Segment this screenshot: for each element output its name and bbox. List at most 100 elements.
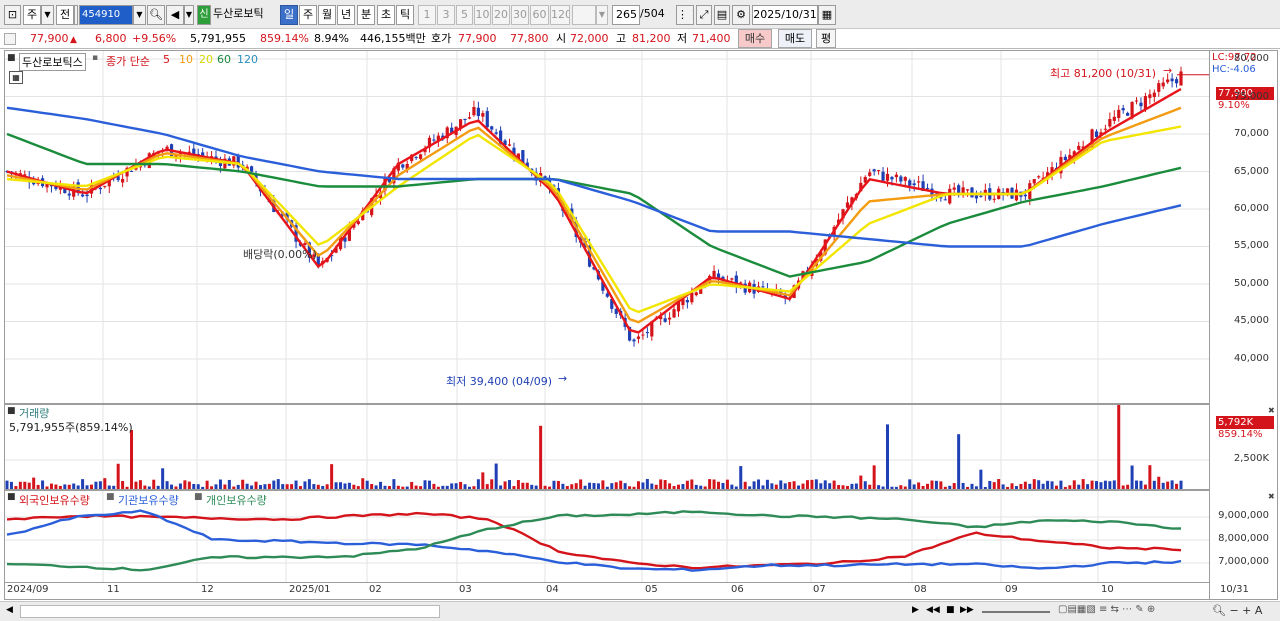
stock-code-input[interactable]: 454910 xyxy=(79,5,133,25)
search-icon[interactable]: 🔍︎ xyxy=(147,5,165,25)
trading-amount: 446,155백만 xyxy=(360,32,426,45)
candle-body xyxy=(877,170,881,172)
play-icon[interactable]: ▶ xyxy=(912,605,919,615)
minute-tab[interactable]: 30 xyxy=(511,5,529,25)
minute-tab[interactable]: 5 xyxy=(456,5,473,25)
speaker-icon[interactable]: ◀ xyxy=(166,5,184,25)
eval-button[interactable]: 평 xyxy=(816,29,836,48)
foreign-holdings-label: 외국인보유수량 xyxy=(19,494,90,507)
code-dropdown-icon[interactable]: ▼ xyxy=(133,5,146,25)
layout-icon[interactable]: ⊡ xyxy=(4,5,21,25)
volume-chart[interactable]: ■ 거래량 5,791,955주(859.14%) xyxy=(4,404,1210,490)
minute-tab[interactable]: 3 xyxy=(437,5,455,25)
speaker-dropdown-icon[interactable]: ▼ xyxy=(184,5,194,25)
volume-bar xyxy=(299,486,302,489)
x-tick: 11 xyxy=(107,584,120,595)
volume-bar xyxy=(757,479,761,489)
minute-tab[interactable]: 60 xyxy=(530,5,549,25)
period-tab[interactable]: 월 xyxy=(318,5,336,25)
scroll-thumb[interactable] xyxy=(20,605,440,618)
candle-body xyxy=(1157,83,1161,92)
volume-bar xyxy=(1059,480,1063,489)
minute-tab[interactable]: 10 xyxy=(474,5,491,25)
minute-tab[interactable]: 1 xyxy=(418,5,436,25)
volume-y-axis: ✖ 5,792K 859.14% 2,500K xyxy=(1210,404,1278,490)
grid-icon[interactable]: ⋮⋮ xyxy=(676,5,694,25)
volume-bar xyxy=(774,484,778,489)
count-input[interactable]: 265 xyxy=(612,5,640,25)
period-tab[interactable]: 주 xyxy=(299,5,317,25)
zoom-icon[interactable]: ⤢ xyxy=(696,5,712,25)
volume-bar xyxy=(1103,480,1107,489)
volume-bar xyxy=(828,483,832,489)
volume-bar xyxy=(352,484,356,489)
scroll-left-icon[interactable]: ◀ xyxy=(6,605,13,615)
period-tab[interactable]: 초 xyxy=(377,5,395,25)
sell-button[interactable]: 매도 xyxy=(778,29,812,48)
rewind-icon[interactable]: ◀◀ xyxy=(926,605,940,615)
prev-button[interactable]: 전 xyxy=(56,5,74,25)
volume-bar xyxy=(152,479,156,489)
volume-bar xyxy=(868,484,872,489)
minute-custom-input[interactable] xyxy=(572,5,596,25)
panel-close-icon[interactable]: ✖ xyxy=(1268,406,1275,415)
volume-bar xyxy=(245,483,249,489)
fast-forward-icon[interactable]: ▶▶ xyxy=(960,605,974,615)
volume-bar xyxy=(650,483,654,489)
candle-body xyxy=(632,339,636,342)
panel-dot-icon: ■ xyxy=(7,53,16,63)
minute-tab[interactable]: 20 xyxy=(492,5,510,25)
table-icon[interactable]: ▦ xyxy=(9,71,23,84)
zoom-controls-icon[interactable]: 🔍︎ − + A xyxy=(1212,604,1262,617)
stop-icon[interactable]: ■ xyxy=(946,605,955,615)
volume-bar xyxy=(761,485,765,489)
x-tick: 04 xyxy=(546,584,559,595)
volume-bar xyxy=(178,483,182,489)
checkbox[interactable] xyxy=(4,33,16,45)
volume-value-label: 5,791,955주(859.14%) xyxy=(9,421,133,434)
calendar-icon[interactable]: ▦ xyxy=(818,5,836,25)
chevron-down-icon[interactable]: ▼ xyxy=(41,5,54,25)
volume-bar xyxy=(832,480,836,489)
candle-body xyxy=(885,173,890,181)
zoom-slider[interactable] xyxy=(982,611,1050,613)
date-input[interactable]: 2025/10/31 xyxy=(752,5,818,25)
candle-body xyxy=(494,132,498,134)
ma-60-label: 60 xyxy=(217,53,231,66)
volume-bar xyxy=(943,486,947,489)
minute-dropdown-icon[interactable]: ▼ xyxy=(596,5,608,25)
candle-body xyxy=(481,113,485,117)
volume-bar xyxy=(1121,485,1125,489)
period-tab[interactable]: 년 xyxy=(337,5,355,25)
volume-bar xyxy=(267,483,271,489)
candle-body xyxy=(85,194,89,197)
period-tab[interactable]: 일 xyxy=(280,5,298,25)
volume-bar xyxy=(921,486,925,489)
low-price: 71,400 xyxy=(692,32,731,45)
x-tick: 02 xyxy=(369,584,382,595)
volume-bar xyxy=(1175,483,1179,489)
volume-bar xyxy=(548,486,552,489)
period-tab[interactable]: 틱 xyxy=(396,5,414,25)
price-chart[interactable]: ■ 두산로보틱스 ▪ 종가 단순 5 10 20 60 120 ▦ 배당락(0.… xyxy=(4,50,1210,404)
period-tab[interactable]: 분 xyxy=(357,5,375,25)
holdings-chart[interactable]: ■ 외국인보유수량 ■ 기관보유수량 ■ 개인보유수량 xyxy=(4,490,1210,583)
tools-icons[interactable]: ▢▤▦▧ ≡ ⇆ ⋯ ✎ ⊕ xyxy=(1058,604,1155,615)
panel-close-icon[interactable]: ✖ xyxy=(1268,492,1275,501)
title-dropdown-icon[interactable]: ▪ xyxy=(92,53,98,63)
candle-body xyxy=(894,174,898,178)
volume-bar xyxy=(405,486,409,489)
save-icon[interactable]: ▤ xyxy=(714,5,730,25)
volume-bar xyxy=(685,480,689,489)
volume-bar xyxy=(463,484,467,489)
market-select[interactable]: 주 xyxy=(23,5,41,25)
candle-body xyxy=(663,318,667,322)
buy-button[interactable]: 매수 xyxy=(738,29,772,48)
candle-body xyxy=(992,198,996,200)
price-panel-title[interactable]: 두산로보틱스 xyxy=(19,53,86,71)
minute-tab[interactable]: 120 xyxy=(550,5,570,25)
volume-bar xyxy=(467,486,471,489)
change-value: 6,800 xyxy=(95,32,127,45)
gear-icon[interactable]: ⚙ xyxy=(732,5,750,25)
x-axis-corner: 10/31 xyxy=(1210,583,1278,600)
